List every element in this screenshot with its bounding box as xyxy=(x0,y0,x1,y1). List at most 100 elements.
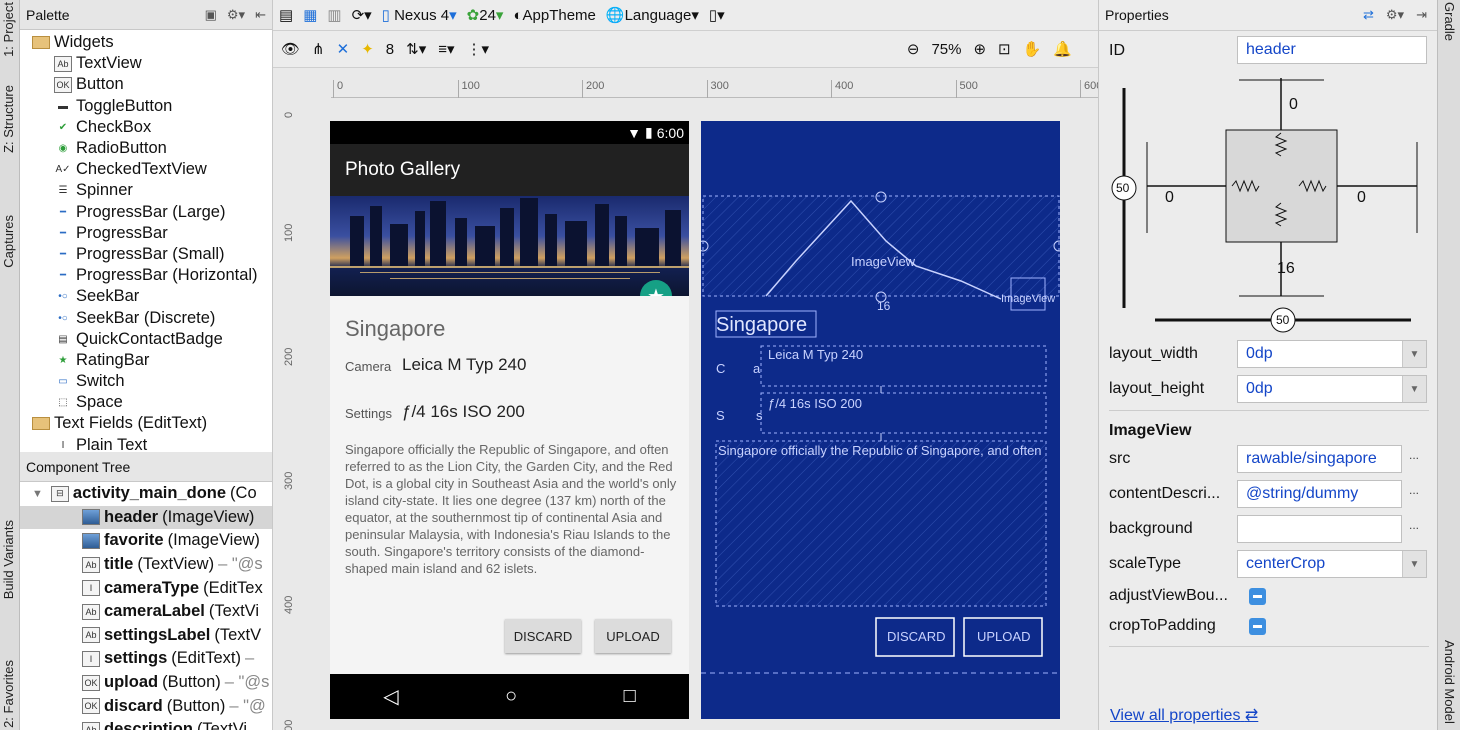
collapse-icon[interactable]: ⇤ xyxy=(255,7,266,23)
constraint-top-value[interactable]: 0 xyxy=(1289,96,1298,114)
palette-item[interactable]: ▤ QuickContactBadge xyxy=(20,329,272,350)
palette-item[interactable]: ◉ RadioButton xyxy=(20,138,272,159)
blueprint-settings-value[interactable]: ƒ/4 16s ISO 200 xyxy=(768,396,862,411)
constraint-bottom-value[interactable]: 16 xyxy=(1277,260,1295,278)
palette-item[interactable]: ━ ProgressBar (Large) xyxy=(20,202,272,223)
align-icon[interactable]: ≡▾ xyxy=(438,40,454,58)
design-canvas[interactable]: 0 100 200 300 400 500 600 0 100 200 300 400 500 ▼ ▮… xyxy=(273,68,1098,730)
component-tree-item[interactable]: OK upload (Button) – "@s xyxy=(20,671,272,695)
palette-view-icon[interactable]: ▣ xyxy=(205,7,217,23)
palette-item[interactable]: ✔ CheckBox xyxy=(20,117,272,138)
background-input[interactable] xyxy=(1237,515,1402,543)
component-tree-item[interactable]: Ab cameraLabel (TextVi xyxy=(20,600,272,624)
component-tree-item[interactable]: Ab description (TextVi xyxy=(20,718,272,730)
home-icon[interactable]: ○ xyxy=(505,685,517,708)
design-preview-phone[interactable]: ▼ ▮ 6:00 Photo Gallery Singapore Camera … xyxy=(330,121,689,719)
palette-item[interactable]: ━ ProgressBar (Small) xyxy=(20,244,272,265)
id-input[interactable]: header xyxy=(1237,36,1427,64)
pan-hand-icon[interactable]: ✋ xyxy=(1023,40,1042,58)
scale-type-dropdown[interactable]: centerCrop ▼ xyxy=(1237,550,1427,578)
palette-item[interactable]: Widgets xyxy=(20,32,272,53)
horizontal-bias-value[interactable]: 50 xyxy=(1276,313,1289,327)
palette-item[interactable]: ━ ProgressBar (Horizontal) xyxy=(20,265,272,286)
component-tree-item[interactable]: Isettings (EditText) – xyxy=(20,647,272,671)
language-selector[interactable]: 🌐Language▾ xyxy=(606,6,699,24)
structure-tool-tab[interactable]: Z: Structure xyxy=(1,85,16,153)
component-tree-item[interactable]: ▼ ⊟ activity_main_done (Co xyxy=(20,482,272,506)
blueprint-description[interactable]: Singapore officially the Republic of Sin… xyxy=(718,443,1042,458)
gear-icon[interactable]: ⚙▾ xyxy=(227,7,245,23)
palette-item[interactable]: ▭ Switch xyxy=(20,371,272,392)
zoom-in-icon[interactable]: ⊕ xyxy=(973,40,986,58)
favorites-tool-tab[interactable]: 2: Favorites xyxy=(1,660,16,728)
hide-panel-icon[interactable]: ⇥ xyxy=(1416,7,1427,23)
palette-item[interactable]: •○ SeekBar (Discrete) xyxy=(20,307,272,328)
zoom-fit-icon[interactable]: ⊡ xyxy=(998,40,1011,58)
camera-value-field[interactable]: Leica M Typ 240 xyxy=(402,355,526,375)
palette-item[interactable]: •○ SeekBar xyxy=(20,286,272,307)
device-selector[interactable]: ▯ Nexus 4▾ xyxy=(382,6,457,24)
palette-item[interactable]: A✓ CheckedTextView xyxy=(20,159,272,180)
blueprint-title[interactable]: Singapore xyxy=(716,314,807,337)
default-margin-value[interactable]: 8 xyxy=(386,41,394,58)
palette-item[interactable]: ★ RatingBar xyxy=(20,350,272,371)
eye-icon[interactable]: 👁 xyxy=(281,40,300,58)
theme-selector[interactable]: ◐AppTheme xyxy=(513,7,595,24)
blueprint-view[interactable]: ImageView ImageView 16 Singapore Leica M… xyxy=(701,121,1060,719)
palette-item[interactable]: Text Fields (EditText) xyxy=(20,413,272,434)
blueprint-camera-value[interactable]: Leica M Typ 240 xyxy=(768,347,863,362)
crop-to-padding-checkbox[interactable] xyxy=(1249,618,1266,635)
blueprint-view-icon[interactable]: ▦ xyxy=(303,6,317,24)
back-icon[interactable]: ◁ xyxy=(383,684,398,709)
palette-item[interactable]: Ab TextView xyxy=(20,53,272,74)
magnet-icon[interactable]: ⋔ xyxy=(312,40,325,58)
both-view-icon[interactable]: ▥ xyxy=(327,6,341,24)
component-tree-item[interactable]: Ab settingsLabel (TextV xyxy=(20,624,272,648)
layout-variants-icon[interactable]: ▯▾ xyxy=(709,6,725,24)
constraint-right-value[interactable]: 0 xyxy=(1357,189,1366,207)
vertical-bias-value[interactable]: 50 xyxy=(1116,181,1129,195)
notification-bell-icon[interactable]: 🔔 xyxy=(1053,40,1072,58)
api-selector[interactable]: ✿24▾ xyxy=(467,6,504,24)
adjust-view-bounds-checkbox[interactable] xyxy=(1249,588,1266,605)
layout-height-dropdown[interactable]: 0dp ▼ xyxy=(1237,375,1427,403)
constraint-left-value[interactable]: 0 xyxy=(1165,189,1174,207)
infer-constraints-icon[interactable]: ✦ xyxy=(361,40,374,58)
pack-icon[interactable]: ⇅▾ xyxy=(406,40,426,58)
swap-view-icon[interactable]: ⇄ xyxy=(1363,7,1374,23)
zoom-out-icon[interactable]: ⊖ xyxy=(907,40,920,58)
guidelines-icon[interactable]: ⋮▾ xyxy=(467,40,490,58)
design-view-icon[interactable]: ▤ xyxy=(279,6,293,24)
src-browse-button[interactable]: ... xyxy=(1409,448,1419,462)
gear-icon[interactable]: ⚙▾ xyxy=(1386,7,1404,23)
settings-value-field[interactable]: ƒ/4 16s ISO 200 xyxy=(402,402,525,422)
palette-item[interactable]: ⬚ Space xyxy=(20,392,272,413)
palette-item[interactable]: ▬ ToggleButton xyxy=(20,96,272,117)
project-tool-tab[interactable]: 1: Project xyxy=(1,2,16,57)
discard-button[interactable]: DISCARD xyxy=(505,619,581,653)
build-variants-tool-tab[interactable]: Build Variants xyxy=(1,520,16,599)
component-tree-item[interactable]: favorite (ImageView) xyxy=(20,529,272,553)
view-all-properties-link[interactable]: View all properties ⇄ xyxy=(1110,705,1258,725)
component-tree-item[interactable]: IcameraType (EditTex xyxy=(20,576,272,600)
upload-button[interactable]: UPLOAD xyxy=(595,619,671,653)
component-tree-item[interactable]: header (ImageView) xyxy=(20,505,272,530)
blueprint-discard[interactable]: DISCARD xyxy=(887,629,946,644)
recents-icon[interactable]: □ xyxy=(624,685,636,708)
palette-item[interactable]: ☰ Spinner xyxy=(20,180,272,201)
orientation-icon[interactable]: ⟳▾ xyxy=(352,6,372,24)
palette-item[interactable]: ━ ProgressBar xyxy=(20,223,272,244)
clear-constraints-icon[interactable]: ✕ xyxy=(337,40,350,58)
blueprint-upload[interactable]: UPLOAD xyxy=(977,629,1030,644)
content-description-browse-button[interactable]: ... xyxy=(1409,483,1419,497)
src-input[interactable]: rawable/singapore xyxy=(1237,445,1402,473)
background-browse-button[interactable]: ... xyxy=(1409,518,1419,532)
palette-item[interactable]: OK Button xyxy=(20,74,272,95)
captures-tool-tab[interactable]: Captures xyxy=(1,215,16,268)
component-tree-item[interactable]: OK discard (Button) – "@ xyxy=(20,694,272,718)
component-tree-item[interactable]: Ab title (TextView) – "@s xyxy=(20,553,272,577)
layout-width-dropdown[interactable]: 0dp ▼ xyxy=(1237,340,1427,368)
android-model-tool-tab[interactable]: Android Model xyxy=(1442,640,1457,724)
header-image[interactable]: ★ xyxy=(330,196,689,296)
constraint-widget[interactable] xyxy=(1099,78,1438,338)
